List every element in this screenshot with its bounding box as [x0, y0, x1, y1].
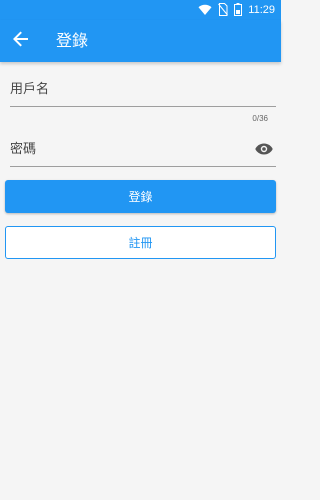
- wifi-icon: [198, 1, 212, 20]
- battery-icon: [234, 1, 243, 20]
- no-sim-icon: [218, 1, 229, 20]
- password-input[interactable]: [10, 134, 240, 164]
- page-title: 登錄: [56, 31, 89, 50]
- status-bar: 11:29: [0, 0, 281, 20]
- password-field[interactable]: [10, 134, 276, 167]
- status-icons: 11:29: [198, 2, 275, 18]
- eye-icon: [255, 140, 273, 159]
- register-button[interactable]: 註冊: [5, 226, 276, 259]
- username-field[interactable]: [10, 74, 276, 107]
- app-bar: 登錄: [0, 20, 281, 62]
- character-counter: 0/36: [252, 114, 268, 123]
- login-button[interactable]: 登錄: [5, 180, 276, 213]
- username-input[interactable]: [10, 74, 240, 104]
- back-button[interactable]: [8, 28, 34, 54]
- status-time: 11:29: [248, 4, 275, 16]
- arrow-back-icon: [13, 31, 29, 51]
- toggle-password-visibility-button[interactable]: [254, 139, 274, 159]
